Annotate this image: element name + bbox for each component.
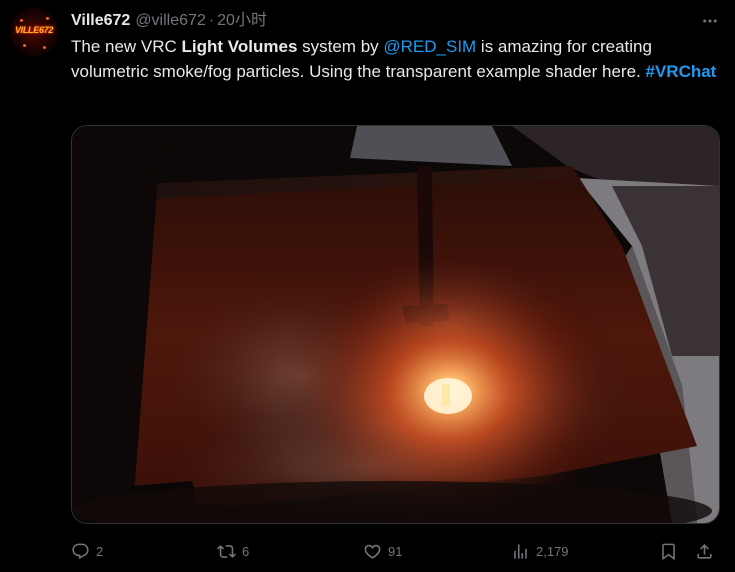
repost-button[interactable]: 6 bbox=[217, 540, 249, 562]
repost-count: 6 bbox=[242, 543, 250, 559]
views-icon bbox=[514, 543, 527, 559]
tweet-text: The new VRC Light Volumes system by @RED… bbox=[71, 34, 721, 84]
user-handle[interactable]: @ville672 bbox=[135, 11, 206, 31]
reply-button[interactable]: 2 bbox=[71, 540, 103, 562]
bookmark-button[interactable] bbox=[659, 540, 678, 562]
reply-count: 2 bbox=[96, 543, 104, 559]
repost-icon bbox=[217, 544, 236, 558]
separator-dot: · bbox=[208, 12, 215, 29]
avatar[interactable]: VILLE672 bbox=[10, 8, 58, 56]
like-icon bbox=[364, 544, 381, 559]
tweet-header: Ville672 @ville672 · 20小时 bbox=[71, 10, 721, 32]
smoke-scene-image bbox=[72, 126, 719, 523]
tweet-text-bold: Light Volumes bbox=[181, 37, 298, 56]
bookmark-icon bbox=[662, 543, 675, 560]
avatar-spark bbox=[43, 46, 46, 49]
views-button[interactable]: 2,179 bbox=[511, 540, 569, 562]
views-count: 2,179 bbox=[536, 543, 569, 559]
tweet-media[interactable] bbox=[71, 125, 720, 524]
avatar-spark bbox=[46, 17, 49, 20]
avatar-logo: VILLE672 bbox=[14, 25, 54, 35]
share-icon bbox=[697, 543, 712, 559]
display-name[interactable]: Ville672 bbox=[71, 11, 130, 31]
tweet-text-segment: The new VRC bbox=[71, 37, 182, 56]
reply-icon bbox=[72, 543, 89, 559]
like-button[interactable]: 91 bbox=[363, 540, 402, 562]
tweet-actions: 2 6 91 2,179 bbox=[71, 540, 719, 562]
tweet-text-segment: system by bbox=[297, 37, 384, 56]
avatar-spark bbox=[20, 19, 23, 22]
share-button[interactable] bbox=[695, 540, 714, 562]
like-count: 91 bbox=[388, 543, 403, 559]
more-icon[interactable] bbox=[699, 10, 721, 32]
hashtag-link[interactable]: #VRChat bbox=[646, 62, 717, 81]
avatar-spark bbox=[23, 44, 26, 47]
mention-link[interactable]: @RED_SIM bbox=[383, 37, 476, 56]
timestamp[interactable]: 20小时 bbox=[217, 11, 267, 31]
